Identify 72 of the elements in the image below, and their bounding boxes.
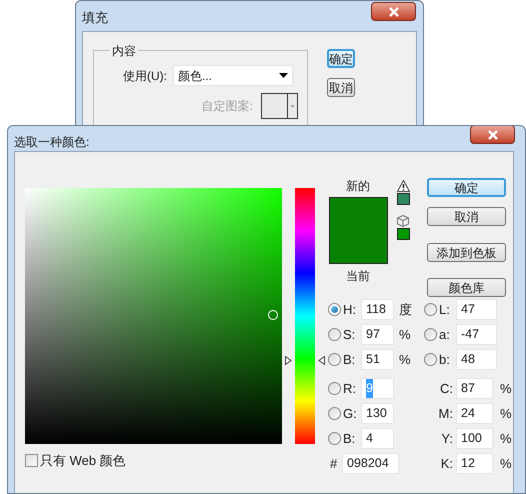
input-field[interactable]: 4 (361, 428, 394, 449)
new-color-swatch (330, 198, 386, 230)
dialog-button[interactable]: 取消 (427, 207, 506, 226)
checkbox[interactable] (25, 454, 38, 468)
close-icon (388, 6, 400, 16)
input-field[interactable]: 48 (456, 349, 497, 370)
field-label: H: (343, 300, 357, 319)
field-label: M: (438, 404, 454, 423)
field-label: b: (439, 350, 451, 369)
caret-icon (279, 73, 288, 78)
field-label: R: (343, 380, 357, 398)
input-field[interactable]: 87 (456, 378, 493, 399)
checkbox-label: 只有 Web 颜色 (40, 452, 126, 470)
unit-label: % (500, 404, 512, 423)
color-field[interactable] (25, 188, 282, 444)
cube-icon (397, 215, 409, 227)
radio-button[interactable] (328, 303, 341, 316)
unit-label: % (500, 430, 512, 448)
input-field[interactable]: 12 (456, 453, 493, 474)
radio-button[interactable] (424, 303, 437, 316)
unit-label: % (399, 350, 411, 369)
window-title: 填充 (82, 9, 108, 27)
radio-button[interactable] (424, 353, 437, 366)
input-field[interactable]: 100 (456, 428, 493, 449)
alert-swatch[interactable] (396, 228, 410, 240)
radio-button[interactable] (328, 432, 341, 445)
close-button[interactable] (371, 2, 416, 21)
unit-label: % (399, 326, 411, 344)
input-field[interactable]: 97 (361, 324, 394, 345)
field-label: K: (440, 454, 454, 473)
dialog-button[interactable]: 确定 (327, 49, 355, 68)
radio-button[interactable] (328, 407, 341, 420)
input-field[interactable]: 51 (361, 349, 394, 370)
caret-icon (290, 104, 295, 108)
swatch-label: 新的 (346, 178, 370, 195)
input-field[interactable]: 118 (361, 299, 394, 320)
close-button[interactable] (470, 126, 515, 144)
field-label: 自定图案: (200, 98, 254, 115)
dialog-button[interactable]: 取消 (327, 78, 355, 97)
dialog-button[interactable]: 添加到色板 (427, 243, 506, 262)
field-label: B: (343, 350, 356, 369)
field-label: a: (439, 326, 451, 344)
color-marker[interactable] (268, 310, 278, 320)
field-label: # (330, 454, 338, 473)
field-label: B: (343, 430, 356, 448)
input-field[interactable]: 130 (361, 403, 394, 424)
unit-label: % (500, 380, 512, 398)
alert-swatch[interactable] (396, 193, 410, 205)
use-dropdown[interactable]: 颜色... (173, 65, 293, 86)
field-label: 使用(U): (122, 68, 168, 84)
field-label: Y: (440, 430, 454, 448)
current-color-swatch (330, 230, 386, 263)
radio-button[interactable] (328, 353, 341, 366)
field-label: L: (439, 300, 451, 319)
field-label: S: (343, 326, 356, 344)
close-icon (486, 130, 498, 140)
unit-label: % (500, 454, 512, 473)
radio-button[interactable] (328, 328, 341, 341)
dialog-button[interactable]: 确定 (427, 178, 506, 197)
field-label: G: (343, 404, 358, 423)
input-field[interactable]: 47 (456, 299, 497, 320)
field-label: C: (439, 380, 454, 398)
radio-button[interactable] (328, 382, 341, 395)
dialog-button[interactable]: 颜色库 (427, 278, 506, 297)
input-field[interactable]: 098204 (342, 453, 399, 474)
unit-label: 度 (399, 300, 412, 319)
radio-button[interactable] (424, 328, 437, 341)
input-field[interactable]: -47 (456, 324, 497, 345)
window-title: 选取一种颜色: (14, 134, 90, 151)
swatch-label: 当前 (346, 268, 370, 285)
warning-icon (396, 180, 410, 192)
input-field[interactable]: 24 (456, 403, 493, 424)
